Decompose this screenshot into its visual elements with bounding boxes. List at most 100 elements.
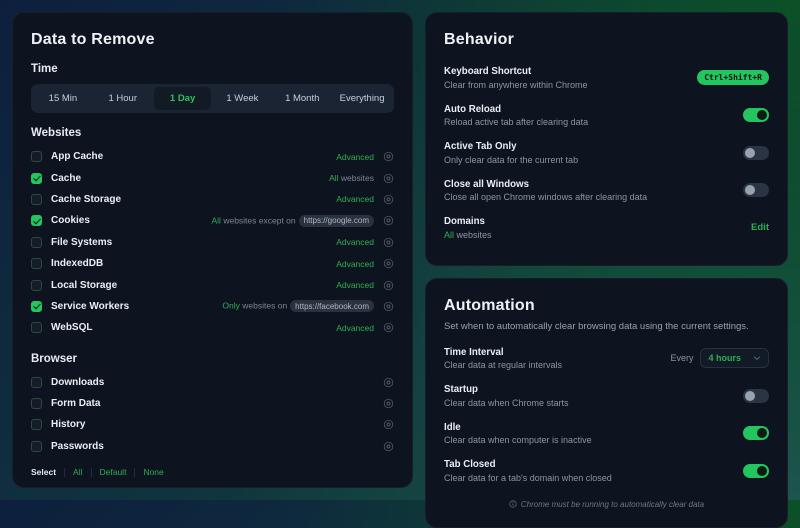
settings-icon[interactable] (383, 258, 394, 269)
toggle-knob (745, 185, 755, 195)
setting-description: Only clear data for the current tab (444, 155, 578, 165)
toggle-tab-closed[interactable] (743, 464, 769, 478)
website-meta[interactable]: All websites (329, 173, 374, 183)
website-row[interactable]: CacheAll websites (31, 167, 394, 188)
setting-texts: Active Tab Only Only clear data for the c… (444, 141, 578, 165)
website-label: IndexedDB (51, 258, 327, 269)
settings-icon[interactable] (383, 151, 394, 162)
settings-icon[interactable] (383, 280, 394, 291)
checkbox-websql[interactable] (31, 322, 42, 333)
setting-texts: Time IntervalClear data at regular inter… (444, 347, 562, 371)
time-range-segmented-control[interactable]: 15 Min1 Hour1 Day1 Week1 MonthEverything (31, 84, 394, 113)
select-none-link[interactable]: None (143, 467, 163, 477)
website-meta[interactable]: Advanced (336, 152, 374, 162)
browser-row[interactable]: Downloads (31, 372, 394, 393)
checkbox-cache[interactable] (31, 173, 42, 184)
edit-domains-link[interactable]: Edit (751, 222, 769, 233)
website-meta[interactable]: Advanced (336, 259, 374, 269)
checkbox-history[interactable] (31, 419, 42, 430)
settings-icon[interactable] (383, 301, 394, 312)
website-meta[interactable]: Advanced (336, 194, 374, 204)
website-label: Cache Storage (51, 194, 327, 205)
checkbox-file-systems[interactable] (31, 237, 42, 248)
website-meta[interactable]: Advanced (336, 323, 374, 333)
website-row[interactable]: App Cache Advanced (31, 146, 394, 167)
time-interval-select[interactable]: 4 hours (700, 348, 769, 368)
time-option-everything[interactable]: Everything (333, 87, 391, 110)
settings-icon[interactable] (383, 173, 394, 184)
settings-icon[interactable] (383, 398, 394, 409)
website-row[interactable]: Cache Storage Advanced (31, 189, 394, 210)
checkbox-app-cache[interactable] (31, 151, 42, 162)
checkbox-indexeddb[interactable] (31, 258, 42, 269)
select-all-link[interactable]: All (73, 467, 82, 477)
toggle-close-all-windows[interactable] (743, 183, 769, 197)
settings-icon[interactable] (383, 419, 394, 430)
meta-primary: Advanced (336, 194, 374, 204)
setting-title: Close all Windows (444, 179, 647, 190)
toggle-active-tab-only[interactable] (743, 146, 769, 160)
time-option-15-min[interactable]: 15 Min (34, 87, 92, 110)
website-row[interactable]: WebSQLAdvanced (31, 317, 394, 338)
select-default-link[interactable]: Default (100, 467, 127, 477)
website-row[interactable]: Cookies All websites except onhttps://goo… (31, 210, 394, 231)
checkbox-cache-storage[interactable] (31, 194, 42, 205)
time-option-1-day[interactable]: 1 Day (154, 87, 212, 110)
desc-primary: All (444, 230, 454, 240)
setting-row: IdleClear data when computer is inactive (444, 415, 769, 453)
website-meta[interactable]: Advanced (336, 237, 374, 247)
settings-icon[interactable] (383, 215, 394, 226)
checkbox-passwords[interactable] (31, 441, 42, 452)
website-row[interactable]: IndexedDB Advanced (31, 253, 394, 274)
time-option-1-month[interactable]: 1 Month (273, 87, 331, 110)
website-row[interactable]: Local StorageAdvanced (31, 274, 394, 295)
checkbox-service-workers[interactable] (31, 301, 42, 312)
domain-chip[interactable]: https://google.com (299, 215, 374, 227)
automation-subtitle: Set when to automatically clear browsing… (444, 321, 769, 332)
setting-row: DomainsAll websitesEdit (444, 209, 769, 247)
toggle-knob (757, 428, 767, 438)
toggle-startup[interactable] (743, 389, 769, 403)
website-label: Cookies (51, 215, 203, 226)
website-meta[interactable]: Advanced (336, 280, 374, 290)
setting-title: Keyboard Shortcut (444, 66, 588, 77)
chevron-down-icon (753, 354, 761, 362)
website-label: App Cache (51, 151, 327, 162)
setting-title: Startup (444, 384, 569, 395)
meta-primary: Advanced (336, 152, 374, 162)
setting-title: Idle (444, 422, 592, 433)
automation-panel: Automation Set when to automatically cle… (425, 278, 788, 528)
time-option-1-week[interactable]: 1 Week (213, 87, 271, 110)
browser-row[interactable]: Form Data (31, 393, 394, 414)
checkbox-local-storage[interactable] (31, 280, 42, 291)
toggle-auto-reload[interactable] (743, 108, 769, 122)
website-meta[interactable]: All websites except onhttps://google.com (212, 215, 375, 227)
behavior-title: Behavior (444, 31, 769, 49)
settings-icon[interactable] (383, 441, 394, 452)
time-option-1-hour[interactable]: 1 Hour (94, 87, 152, 110)
settings-icon[interactable] (383, 194, 394, 205)
checkbox-form-data[interactable] (31, 398, 42, 409)
setting-description: All websites (444, 230, 492, 240)
browser-row[interactable]: History (31, 414, 394, 435)
toggle-idle[interactable] (743, 426, 769, 440)
settings-icon[interactable] (383, 322, 394, 333)
checkbox-downloads[interactable] (31, 377, 42, 388)
behavior-panel: Behavior Keyboard ShortcutClear from any… (425, 12, 788, 266)
meta-secondary: websites (341, 173, 374, 183)
browser-row[interactable]: Passwords (31, 436, 394, 457)
website-row[interactable]: Service WorkersOnly websites onhttps://f… (31, 296, 394, 317)
checkbox-cookies[interactable] (31, 215, 42, 226)
meta-primary: All (329, 173, 338, 183)
website-label: File Systems (51, 237, 327, 248)
settings-icon[interactable] (383, 377, 394, 388)
website-meta[interactable]: Only websites onhttps://facebook.com (222, 300, 374, 312)
toggle-knob (757, 466, 767, 476)
domain-chip[interactable]: https://facebook.com (290, 300, 374, 312)
settings-icon[interactable] (383, 237, 394, 248)
keyboard-shortcut-badge[interactable]: Ctrl+Shift+R (697, 70, 769, 85)
setting-texts: Keyboard ShortcutClear from anywhere wit… (444, 66, 588, 90)
website-row[interactable]: File Systems Advanced (31, 232, 394, 253)
websites-list: App CacheAdvancedCacheAll websitesCache … (31, 146, 394, 339)
setting-title: Active Tab Only (444, 141, 578, 152)
